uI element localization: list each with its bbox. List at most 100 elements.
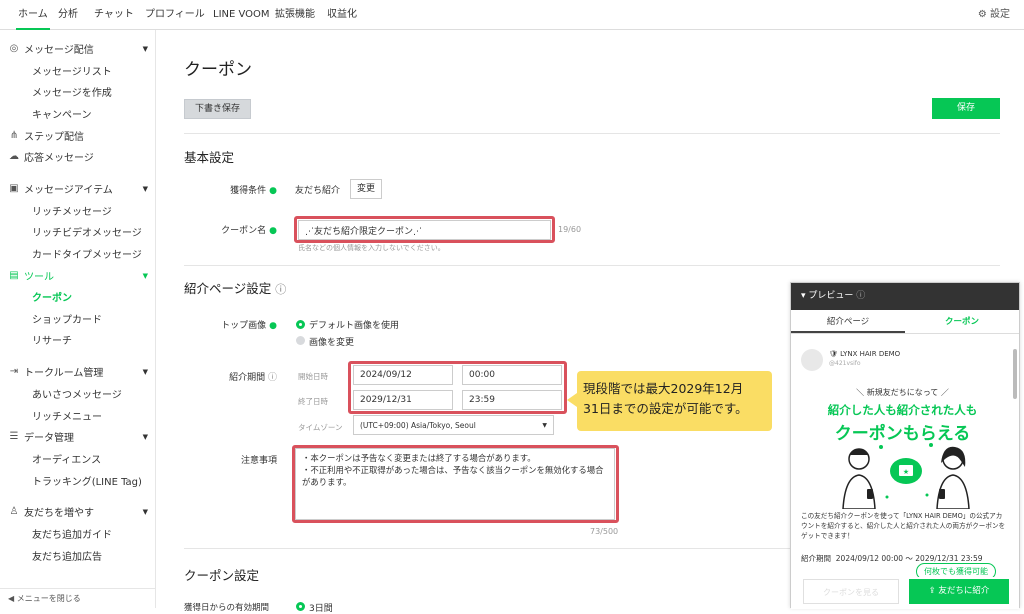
tab-extensions[interactable]: 拡張機能 xyxy=(275,0,315,30)
share-friends-button[interactable]: ⇪ 友だちに紹介 xyxy=(909,579,1009,604)
coupon-name-count: 19/60 xyxy=(558,225,582,234)
chevron-down-icon: ▼ xyxy=(142,432,148,441)
sidebar-item-create-message[interactable]: メッセージを作成 xyxy=(32,84,112,99)
sidebar-item-audience[interactable]: オーディエンス xyxy=(32,451,101,466)
chevron-down-icon: ▼ xyxy=(142,507,148,516)
tab-line-voom[interactable]: LINE VOOM xyxy=(213,0,270,30)
sidebar-group-message-items[interactable]: ▣ メッセージアイテム ▼ xyxy=(8,181,148,196)
radio-change-image[interactable] xyxy=(296,336,305,345)
divider xyxy=(184,265,1000,266)
radio-default-image-label: デフォルト画像を使用 xyxy=(309,321,400,331)
avatar xyxy=(801,349,823,371)
callout-line: 現段階では最大2029年12月 xyxy=(583,381,744,396)
help-icon[interactable]: ⓘ xyxy=(268,373,277,383)
sidebar-item-shop-card[interactable]: ショップカード xyxy=(32,311,102,326)
sidebar-item-message-list[interactable]: メッセージリスト xyxy=(32,63,112,78)
preview-period-value: 2024/09/12 00:00 〜 2029/12/31 23:59 xyxy=(835,554,983,563)
sidebar-item-campaign[interactable]: キャンペーン xyxy=(32,106,92,121)
change-condition-button[interactable]: 変更 xyxy=(350,179,382,199)
banner-line: ＼ 新規友だちになって ／ xyxy=(856,388,949,397)
sidebar-group-auto-reply[interactable]: ☁ 応答メッセージ xyxy=(8,149,148,164)
sidebar-group-label: 応答メッセージ xyxy=(24,153,94,164)
timezone-label: タイムゾーン xyxy=(298,423,343,432)
preview-header-label: プレビュー xyxy=(808,291,854,301)
database-icon: ☰ xyxy=(9,431,19,442)
collapse-label: メニューを閉じる xyxy=(16,594,81,603)
sidebar-item-rich-video[interactable]: リッチビデオメッセージ xyxy=(32,224,142,239)
sidebar-item-greeting[interactable]: あいさつメッセージ xyxy=(32,386,122,401)
sidebar-group-label: メッセージアイテム xyxy=(24,185,113,196)
condition-value: 友だち紹介 xyxy=(295,186,341,196)
preview-header[interactable]: ▾ プレビュー ⓘ xyxy=(791,283,1019,310)
sidebar-group-add-friends[interactable]: ♙ 友だちを増やす ▼ xyxy=(8,504,148,519)
tab-chat[interactable]: チャット xyxy=(94,0,134,30)
banner-line: 紹介した人も紹介された人も xyxy=(827,403,978,417)
sidebar-item-rich-menu[interactable]: リッチメニュー xyxy=(32,408,102,423)
step-icon: ⋔ xyxy=(9,130,19,141)
sidebar: ◎ メッセージ配信 ▼ メッセージリスト メッセージを作成 キャンペーン ⋔ ステップ… xyxy=(0,30,156,608)
share-icon: ⇪ xyxy=(928,586,936,596)
coupon-name-label: クーポン名 ● xyxy=(157,223,277,236)
callout-line: 31日までの設定が可能です。 xyxy=(583,401,748,416)
chevron-down-icon: ▼ xyxy=(142,271,148,280)
caret-down-icon: ▾ xyxy=(801,291,806,301)
sidebar-item-rich-message[interactable]: リッチメッセージ xyxy=(32,203,112,218)
help-icon[interactable]: ⓘ xyxy=(856,291,865,301)
friends-illustration: ★ xyxy=(842,443,970,509)
sidebar-item-coupon[interactable]: クーポン xyxy=(32,289,72,304)
tab-profile[interactable]: プロフィール xyxy=(145,0,205,30)
start-label: 開始日時 xyxy=(298,372,328,381)
broadcast-icon: ◎ xyxy=(9,43,19,54)
sidebar-group-broadcast[interactable]: ◎ メッセージ配信 ▼ xyxy=(8,41,148,56)
tab-monetization[interactable]: 収益化 xyxy=(327,0,357,30)
sidebar-item-friend-ads[interactable]: 友だち追加広告 xyxy=(32,548,102,563)
save-button[interactable]: 保存 xyxy=(932,98,1000,119)
sidebar-group-label: データ管理 xyxy=(24,433,74,444)
sidebar-item-friend-guide[interactable]: 友だち追加ガイド xyxy=(32,526,112,541)
tab-coupon[interactable]: クーポン xyxy=(905,310,1019,333)
sidebar-item-card-message[interactable]: カードタイプメッセージ xyxy=(32,246,142,261)
shield-icon: 🛡 xyxy=(829,350,838,358)
tool-icon: ▤ xyxy=(9,270,19,281)
highlight-box xyxy=(294,216,555,243)
top-image-label: トップ画像 ● xyxy=(157,318,277,331)
tab-home[interactable]: ホーム xyxy=(16,0,50,30)
chevron-down-icon: ▼ xyxy=(142,44,148,53)
divider xyxy=(184,133,1000,134)
validity-label: 獲得日からの有効期間 xyxy=(184,603,270,613)
svg-text:★: ★ xyxy=(903,468,909,476)
preview-tabs: 紹介ページ クーポン xyxy=(791,310,1019,334)
sidebar-group-step[interactable]: ⋔ ステップ配信 xyxy=(8,128,148,143)
draft-save-button[interactable]: 下書き保存 xyxy=(184,99,251,119)
chevron-down-icon: ▼ xyxy=(542,421,547,429)
condition-label-text: 獲得条件 xyxy=(230,186,267,196)
view-coupon-button[interactable]: クーポンを見る xyxy=(803,579,899,604)
add-friend-icon: ♙ xyxy=(9,506,19,517)
tab-analytics[interactable]: 分析 xyxy=(58,0,78,30)
sidebar-group-tools[interactable]: ▤ ツール ▼ xyxy=(8,268,148,283)
chat-icon: ☁ xyxy=(9,151,19,162)
sidebar-item-research[interactable]: リサーチ xyxy=(32,332,72,347)
required-dot: ● xyxy=(269,226,277,236)
settings-label: 設定 xyxy=(990,9,1010,20)
coupon-name-label-text: クーポン名 xyxy=(221,226,267,236)
notes-count: 73/500 xyxy=(590,527,619,536)
scrollbar[interactable] xyxy=(1013,349,1017,399)
tab-intro-page[interactable]: 紹介ページ xyxy=(791,310,905,333)
timezone-select[interactable]: (UTC+09:00) Asia/Tokyo, Seoul ▼ xyxy=(353,415,554,435)
sidebar-group-talkroom[interactable]: ⇥ トークルーム管理 ▼ xyxy=(8,364,148,379)
settings-link[interactable]: ⚙ 設定 xyxy=(978,0,1010,30)
period-label-text: 紹介期間 xyxy=(229,373,266,383)
page-title: クーポン xyxy=(184,60,252,80)
sidebar-item-tracking[interactable]: トラッキング(LINE Tag) xyxy=(32,473,142,488)
sidebar-group-data[interactable]: ☰ データ管理 ▼ xyxy=(8,429,148,444)
preview-panel: ▾ プレビュー ⓘ 紹介ページ クーポン 🛡 LYNX HAIR DEMO @4… xyxy=(790,282,1020,609)
radio-change-image-label: 画像を変更 xyxy=(309,338,355,348)
collapse-menu-button[interactable]: ◀ メニューを閉じる xyxy=(0,588,155,608)
help-icon[interactable]: ⓘ xyxy=(275,283,286,296)
preview-description: この友だち紹介クーポンを使って「LYNX HAIR DEMO」の公式アカウントを… xyxy=(801,512,1006,540)
message-item-icon: ▣ xyxy=(9,183,19,194)
highlight-box xyxy=(348,361,567,414)
radio-validity[interactable] xyxy=(296,602,305,611)
radio-default-image[interactable] xyxy=(296,320,305,329)
